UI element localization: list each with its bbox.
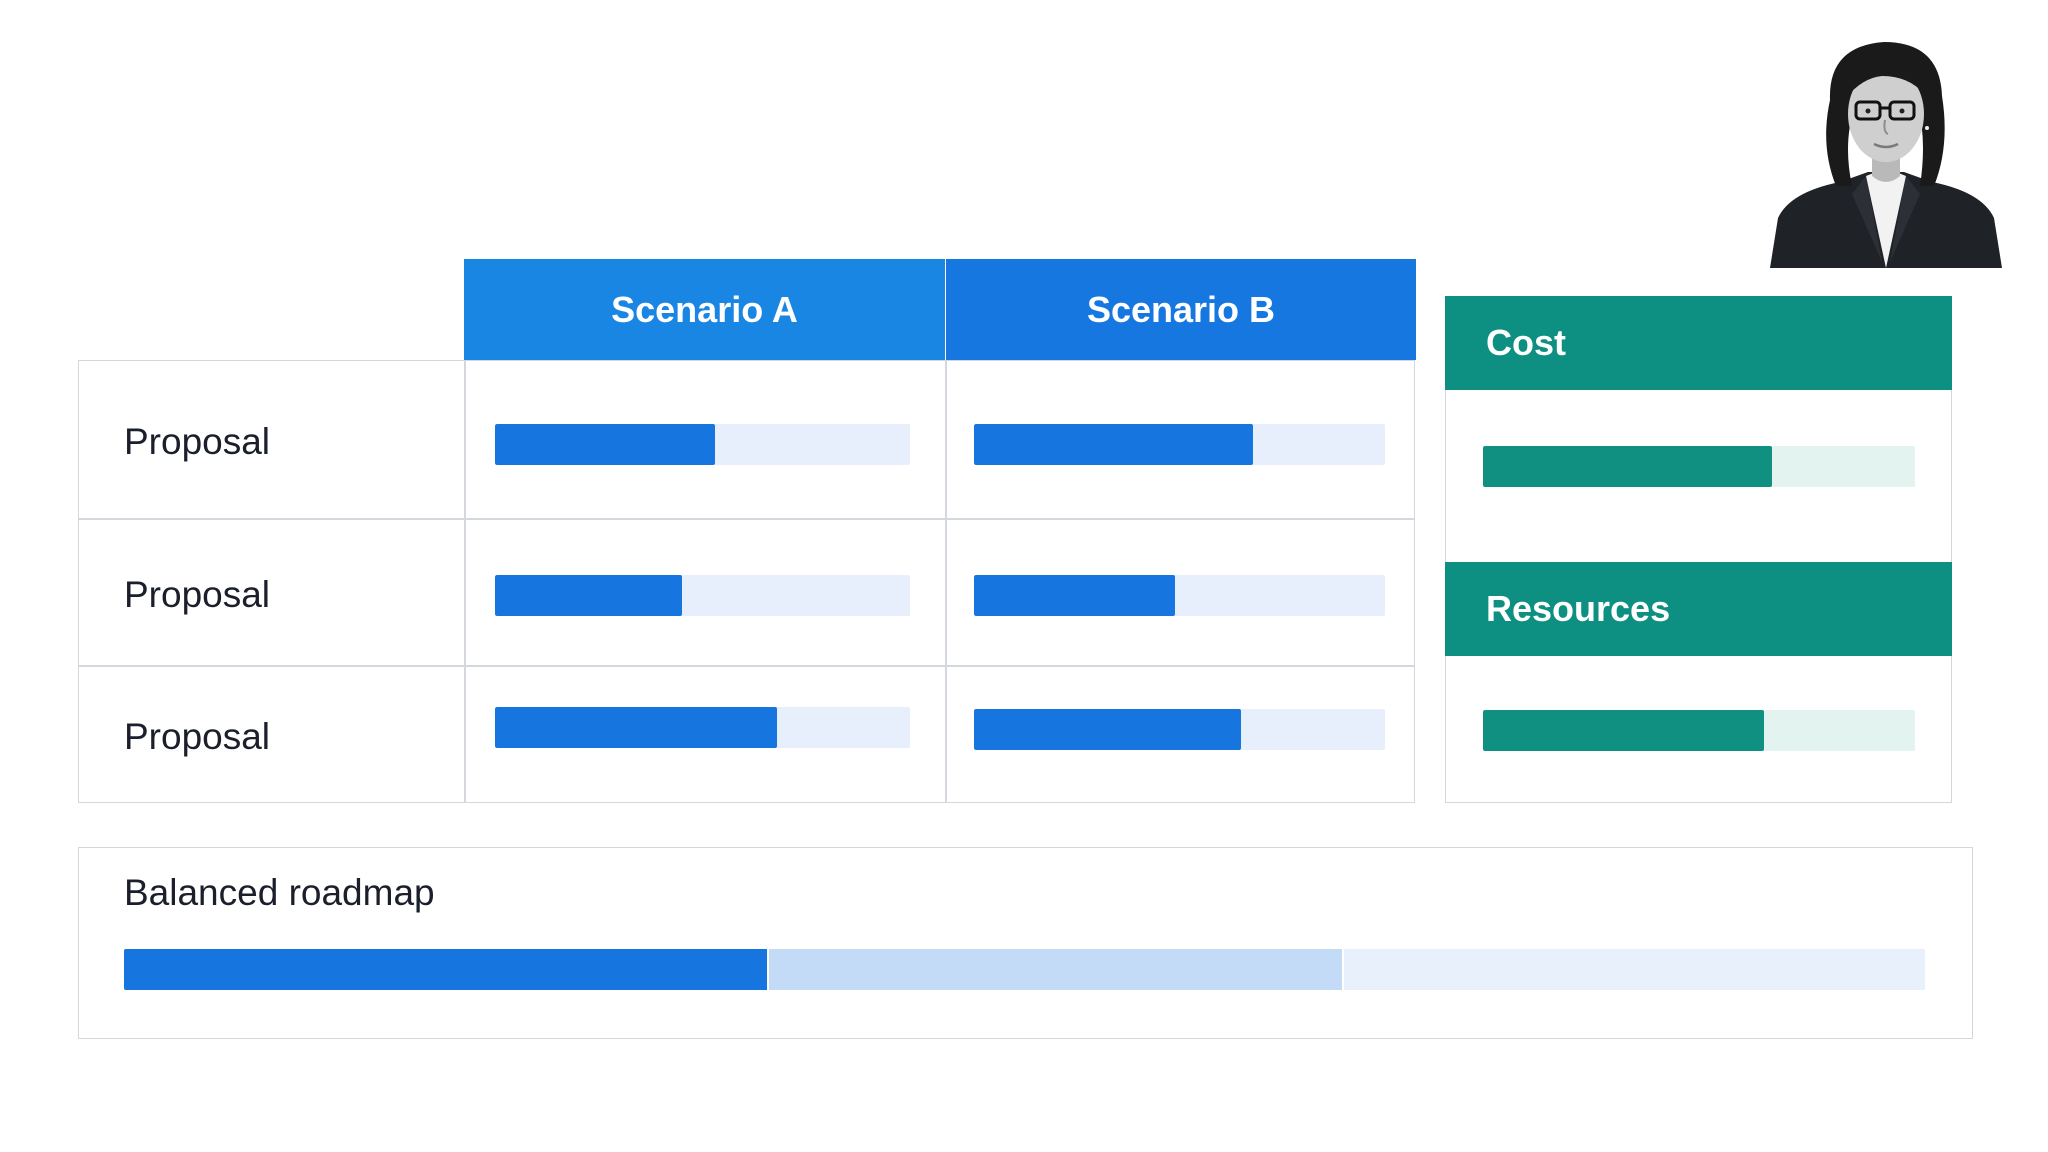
roadmap-segment xyxy=(1341,949,1925,990)
column-header-scenario-a: Scenario A xyxy=(464,259,945,360)
table-divider xyxy=(78,665,1415,667)
scenario-a-bar-fill xyxy=(495,575,682,616)
cost-header: Cost xyxy=(1445,296,1952,390)
row-label: Proposal xyxy=(124,574,271,615)
table-divider xyxy=(464,360,466,803)
roadmap-segment xyxy=(124,949,767,990)
resources-bar-track xyxy=(1483,710,1915,751)
scenario-a-bar-track xyxy=(495,424,910,465)
presenter-photo xyxy=(1770,36,2002,268)
scenario-b-bar-fill xyxy=(974,709,1242,750)
resources-bar-fill xyxy=(1483,710,1764,751)
scenario-a-bar-fill xyxy=(495,707,778,748)
column-header-scenario-b: Scenario B xyxy=(946,259,1416,360)
scenario-b-bar-track xyxy=(974,575,1385,616)
scenario-b-bar-track xyxy=(974,709,1385,750)
scenario-b-bar-fill xyxy=(974,424,1254,465)
cost-bar-fill xyxy=(1483,446,1773,487)
roadmap-title: Balanced roadmap xyxy=(124,872,435,913)
resources-header: Resources xyxy=(1445,562,1952,656)
scenario-b-bar-track xyxy=(974,424,1385,465)
scenario-b-bar-fill xyxy=(974,575,1176,616)
row-label: Proposal xyxy=(124,716,271,757)
scenario-a-bar-track xyxy=(495,575,910,616)
roadmap-segment xyxy=(766,949,1342,990)
scenario-a-bar-track xyxy=(495,707,910,748)
cost-bar-track xyxy=(1483,446,1915,487)
row-label: Proposal xyxy=(124,421,271,462)
table-divider xyxy=(945,360,947,803)
scenario-a-bar-fill xyxy=(495,424,715,465)
table-divider xyxy=(78,518,1415,520)
roadmap-bar xyxy=(124,949,1925,990)
